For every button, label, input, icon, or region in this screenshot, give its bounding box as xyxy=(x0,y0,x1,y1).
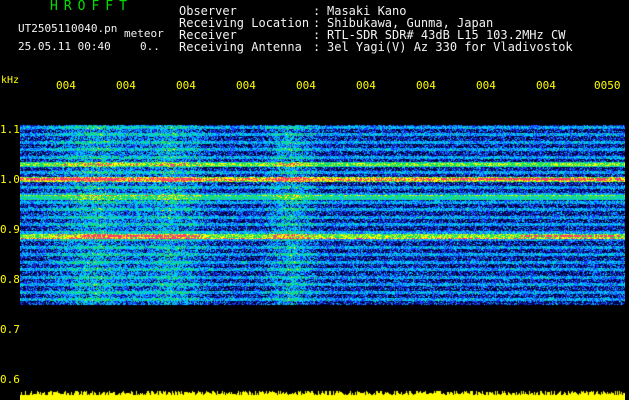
datetime-stamp: 25.05.11 00:40 xyxy=(18,40,111,53)
field-value-antenna: 3el Yagi(V) Az 330 for Vladivostok xyxy=(327,40,573,54)
x-tick-label: 004 xyxy=(56,79,76,92)
counter-label: 0.. xyxy=(140,40,160,53)
x-tick-label: 0050 xyxy=(594,79,621,92)
x-tick-label: 004 xyxy=(116,79,136,92)
hrofft-window: HROFFT UT2505110040.pn meteor 25.05.11 0… xyxy=(0,0,629,400)
y-tick-label: 0.9 xyxy=(0,223,20,236)
x-tick-label: 004 xyxy=(416,79,436,92)
y-tick-label: 0.8 xyxy=(0,273,20,286)
y-tick-label: 1.0 xyxy=(0,173,20,186)
x-tick-label: 004 xyxy=(176,79,196,92)
x-tick-label: 004 xyxy=(476,79,496,92)
x-tick-label: 004 xyxy=(296,79,316,92)
y-tick-label: 1.1 xyxy=(0,123,20,136)
y-axis-unit: kHz xyxy=(1,75,20,86)
y-tick-label: 0.7 xyxy=(0,323,20,336)
meteor-label: meteor xyxy=(124,27,164,40)
x-tick-label: 004 xyxy=(236,79,256,92)
field-label-antenna: Receiving Antenna xyxy=(179,40,302,54)
file-name: UT2505110040.pn xyxy=(18,22,118,35)
app-title: HROFFT xyxy=(50,0,133,14)
spectrogram-canvas xyxy=(20,95,625,400)
x-tick-label: 004 xyxy=(536,79,556,92)
y-tick-label: 0.6 xyxy=(0,373,20,386)
field-sep: : xyxy=(313,40,321,54)
x-tick-label: 004 xyxy=(356,79,376,92)
spectrogram-plot xyxy=(20,95,625,400)
